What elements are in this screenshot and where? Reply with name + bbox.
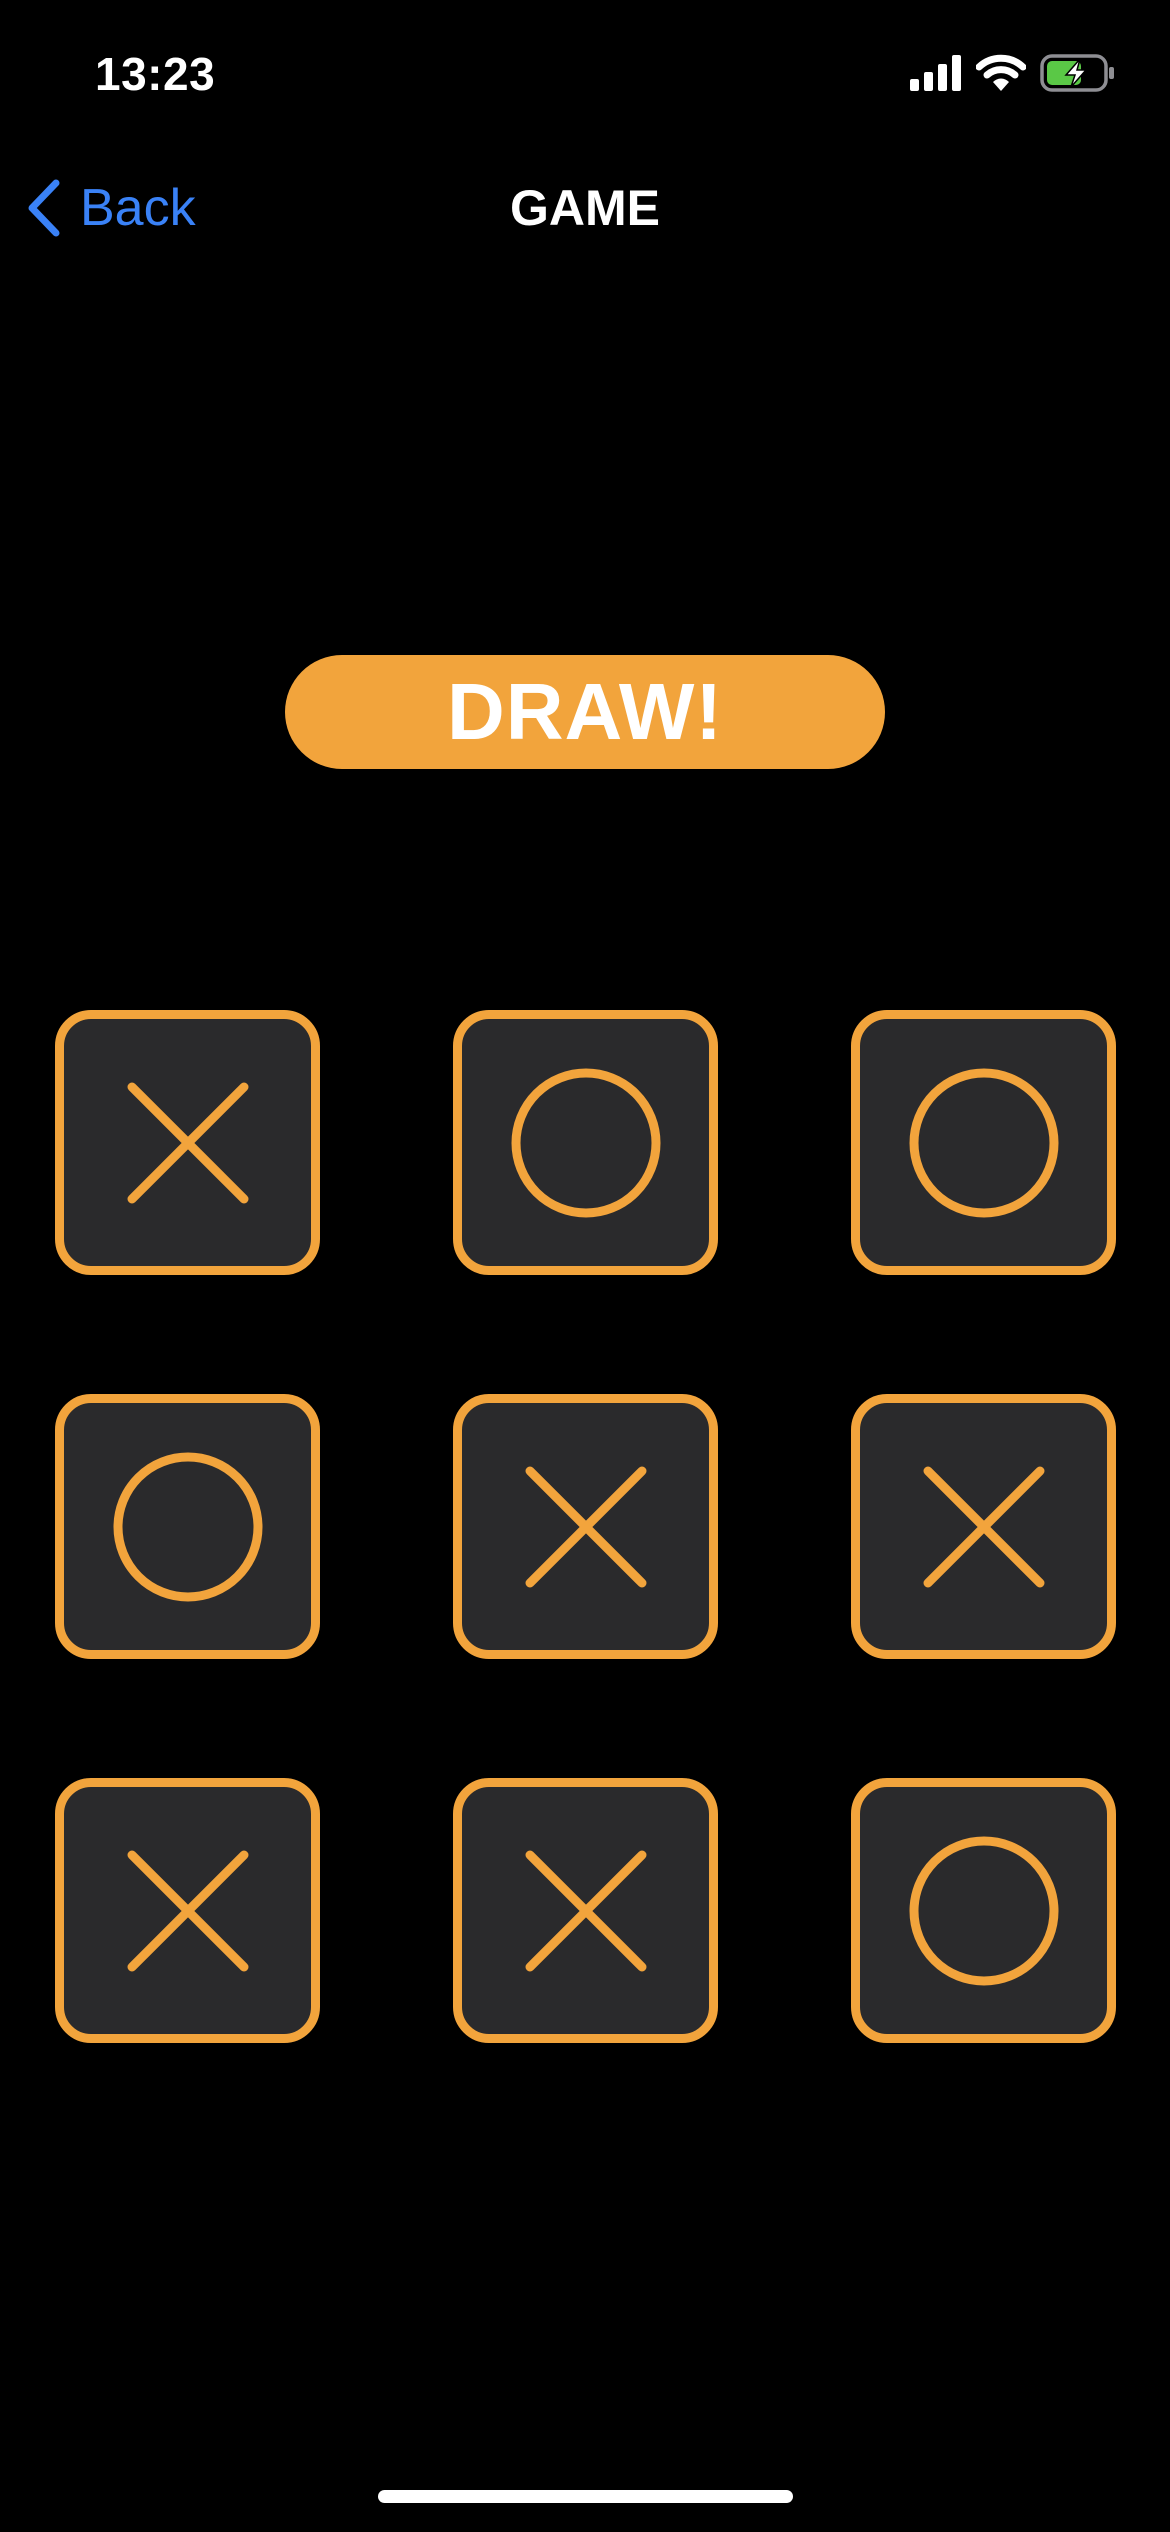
board-cell-6[interactable] <box>851 1394 1116 1659</box>
battery-charging-icon <box>1040 54 1114 92</box>
game-board <box>55 1010 1116 2043</box>
board-cell-2[interactable] <box>453 1010 718 1275</box>
page-title: GAME <box>510 180 660 236</box>
board-cell-3[interactable] <box>851 1010 1116 1275</box>
board-cell-4[interactable] <box>55 1394 320 1659</box>
x-mark-icon <box>525 1850 646 1971</box>
x-mark-icon <box>127 1850 248 1971</box>
wifi-icon <box>976 54 1026 91</box>
status-icons <box>910 50 1116 96</box>
x-mark-icon <box>127 1082 248 1203</box>
o-mark-icon <box>909 1068 1058 1217</box>
x-mark-icon <box>923 1466 1044 1587</box>
result-banner: DRAW! <box>285 655 885 769</box>
board-cell-8[interactable] <box>453 1778 718 2043</box>
board-cell-7[interactable] <box>55 1778 320 2043</box>
x-mark-icon <box>525 1466 646 1587</box>
board-cell-9[interactable] <box>851 1778 1116 2043</box>
result-text: DRAW! <box>446 667 724 756</box>
status-time: 13:23 <box>95 48 216 100</box>
o-mark-icon <box>909 1836 1058 1985</box>
o-mark-icon <box>113 1452 262 1601</box>
o-mark-icon <box>511 1068 660 1217</box>
home-indicator <box>378 2490 793 2503</box>
cellular-signal-icon <box>910 55 961 91</box>
board-cell-5[interactable] <box>453 1394 718 1659</box>
board-cell-1[interactable] <box>55 1010 320 1275</box>
